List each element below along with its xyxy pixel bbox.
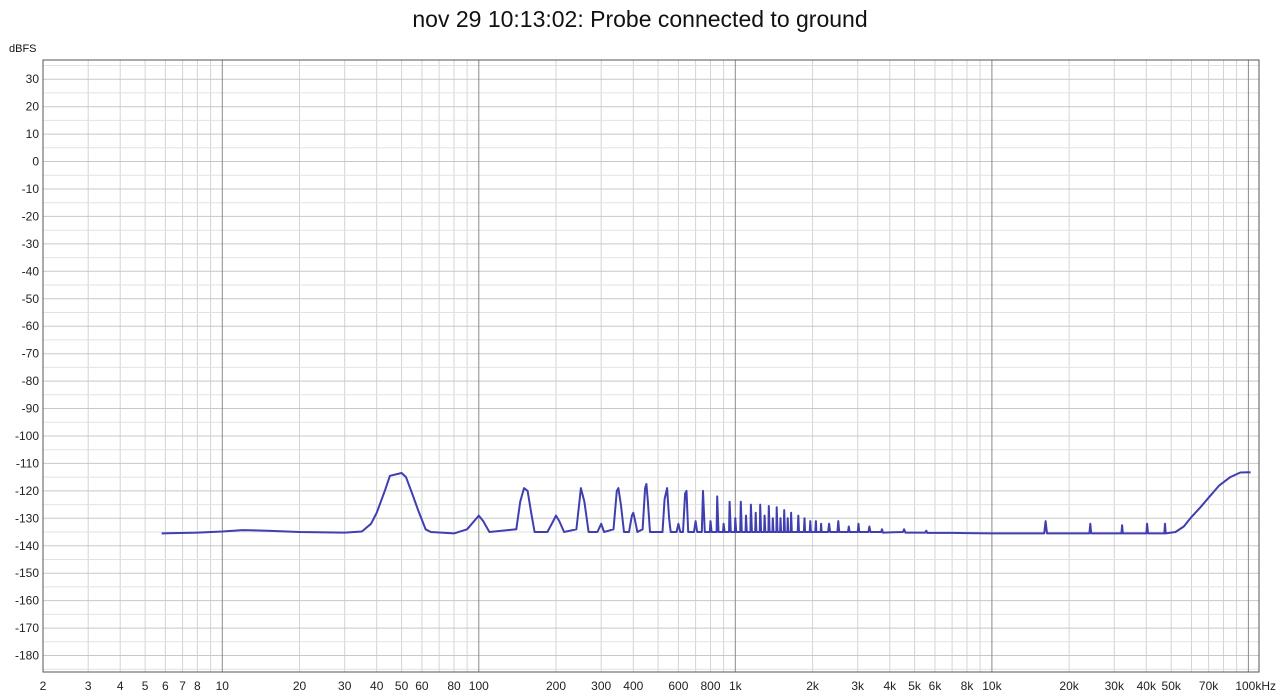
x-tick-label: 10 [216,679,230,693]
x-tick-label: 4k [883,679,897,693]
y-tick-label: -80 [22,374,40,388]
y-tick-label: -170 [15,621,39,635]
x-tick-label: 8k [961,679,975,693]
y-tick-label: 30 [26,72,40,86]
y-tick-label: -70 [22,347,40,361]
y-tick-label: 10 [26,127,40,141]
x-tick-label: 6 [162,679,169,693]
x-tick-label: 5k [908,679,922,693]
y-axis-tick-labels: 30 20 10 0 -10 -20 -30 -40 -50 -60 -70 -80 -90 -100 -1… [15,72,39,662]
y-tick-label: 0 [32,155,39,169]
y-tick-label: -40 [22,264,40,278]
x-tick-label: 2k [806,679,820,693]
x-tick-label: 600 [668,679,688,693]
y-tick-label: -140 [15,539,39,553]
x-tick-label: 2 [40,679,47,693]
x-tick-label: 100 [469,679,489,693]
x-tick-label: 60 [415,679,429,693]
y-tick-label: -120 [15,484,39,498]
x-tick-label: 40 [370,679,384,693]
x-tick-label: 800 [700,679,720,693]
y-tick-label: -150 [15,566,39,580]
plot-area-background [43,60,1259,672]
x-tick-label: 50k [1162,679,1182,693]
x-tick-label: 20k [1059,679,1079,693]
x-tick-label: 200 [546,679,566,693]
y-tick-label: -160 [15,594,39,608]
x-tick-label: 3k [851,679,865,693]
x-tick-label: 30 [338,679,352,693]
y-tick-label: -10 [22,182,40,196]
x-axis-tick-labels: 2 3 4 5 6 7 8 10 20 30 40 50 60 80 100 200 300 400 600 800 1… [40,679,1276,693]
x-tick-label: 4 [117,679,124,693]
x-tick-label: 300 [591,679,611,693]
y-tick-label: -90 [22,402,40,416]
y-tick-label: -20 [22,209,40,223]
y-tick-label: -60 [22,319,40,333]
x-tick-label: 30k [1105,679,1125,693]
x-tick-label: 100kHz [1235,679,1276,693]
x-tick-label: 50 [395,679,409,693]
y-tick-label: -130 [15,511,39,525]
y-tick-label: 20 [26,100,40,114]
y-tick-label: -180 [15,649,39,663]
x-tick-label: 5 [142,679,149,693]
x-tick-label: 1k [729,679,743,693]
x-tick-label: 10k [982,679,1002,693]
y-tick-label: -50 [22,292,40,306]
x-tick-label: 20 [293,679,307,693]
x-tick-label: 80 [447,679,461,693]
y-tick-label: -30 [22,237,40,251]
x-tick-label: 7 [179,679,186,693]
x-tick-label: 3 [85,679,92,693]
y-tick-label: -100 [15,429,39,443]
y-tick-label: -110 [16,456,39,470]
x-tick-label: 400 [623,679,643,693]
x-tick-label: 8 [194,679,201,693]
x-tick-label: 40k [1137,679,1157,693]
x-tick-label: 6k [929,679,943,693]
x-tick-label: 70k [1199,679,1219,693]
frequency-response-chart: 2 3 4 5 6 7 8 10 20 30 40 50 60 80 100 200 300 400 600 800 1… [15,59,1276,693]
